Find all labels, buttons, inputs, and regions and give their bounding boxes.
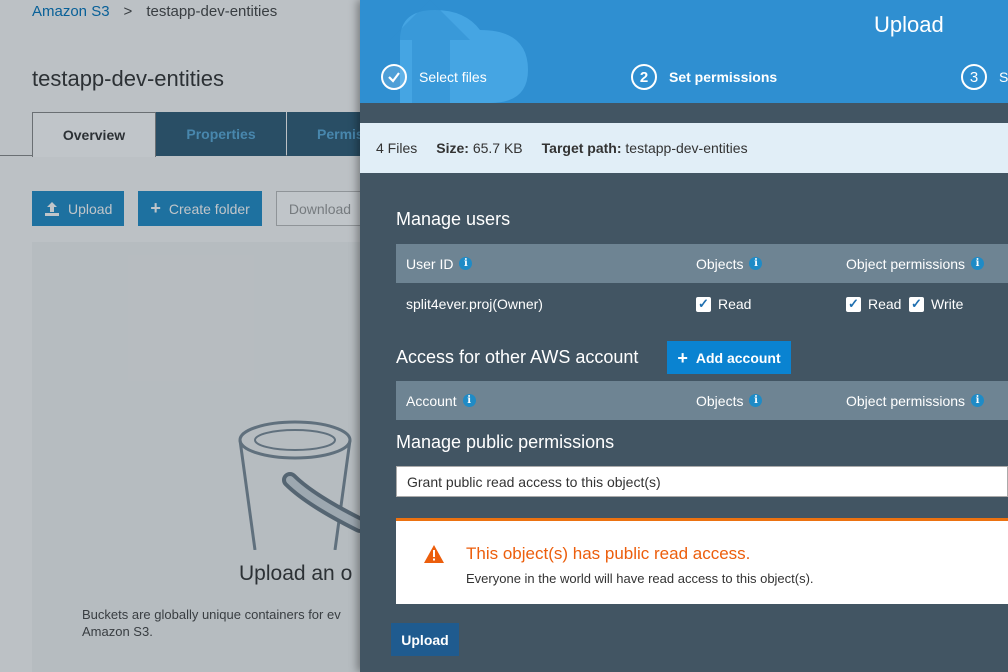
- upload-summary-bar: 4 Files Size: 65.7 KB Target path: testa…: [360, 123, 1008, 173]
- col-objects-label: Objects: [696, 255, 744, 272]
- checkbox-checked-icon[interactable]: ✓: [846, 296, 861, 312]
- owner-user-id: split4ever.proj(Owner): [406, 296, 543, 312]
- col-account: Account i: [406, 381, 476, 420]
- info-icon[interactable]: i: [459, 257, 473, 270]
- warning-text: Everyone in the world will have read acc…: [466, 571, 814, 586]
- col-object-permissions-label: Object permissions: [846, 255, 966, 272]
- total-size: Size: 65.7 KB: [436, 140, 522, 156]
- perm-write-label: Write: [931, 296, 964, 312]
- other-account-heading: Access for other AWS account: [396, 347, 639, 367]
- col-user-id: User ID i: [406, 244, 473, 283]
- perm-write-checkbox[interactable]: ✓ Write: [909, 284, 963, 324]
- public-access-warning: This object(s) has public read access. E…: [396, 518, 1008, 604]
- target-path: Target path: testapp-dev-entities: [542, 140, 748, 156]
- info-icon[interactable]: i: [971, 257, 985, 270]
- plus-icon: +: [677, 347, 688, 368]
- col-user-id-label: User ID: [406, 255, 454, 272]
- col-objects-label: Objects: [696, 392, 744, 409]
- step-3[interactable]: 3 S: [961, 64, 1008, 90]
- warning-triangle-icon: [424, 545, 444, 563]
- public-permissions-select[interactable]: Grant public read access to this object(…: [396, 466, 1008, 497]
- add-account-button[interactable]: + Add account: [667, 341, 791, 374]
- public-permissions-heading: Manage public permissions: [396, 432, 615, 452]
- col-object-permissions-label: Object permissions: [846, 392, 966, 409]
- checkbox-checked-icon[interactable]: ✓: [696, 296, 711, 312]
- step-select-files[interactable]: Select files: [381, 64, 487, 90]
- step-3-number: 3: [961, 64, 987, 90]
- info-icon[interactable]: i: [462, 394, 476, 407]
- target-path-label: Target path:: [541, 140, 622, 156]
- col-objects: Objects i: [696, 381, 763, 420]
- warning-title: This object(s) has public read access.: [466, 544, 751, 563]
- users-table-header: User ID i Objects i Object permissions i: [396, 244, 1008, 283]
- upload-panel-title: Upload: [874, 12, 944, 37]
- objects-read-label: Read: [718, 296, 752, 312]
- add-account-label: Add account: [695, 349, 781, 366]
- upload-panel-header: Upload Select files 2 Set permissions 3 …: [360, 0, 1008, 103]
- info-icon[interactable]: i: [749, 394, 763, 407]
- step-2-label: Set permissions: [669, 69, 778, 85]
- info-icon[interactable]: i: [749, 257, 763, 270]
- step-3-label: S: [999, 69, 1008, 85]
- accounts-table-header: Account i Objects i Object permissions i: [396, 381, 1008, 420]
- col-account-label: Account: [406, 392, 457, 409]
- objects-read-checkbox[interactable]: ✓ Read: [696, 284, 751, 324]
- col-object-permissions: Object permissions i: [846, 244, 985, 283]
- info-icon[interactable]: i: [971, 394, 985, 407]
- upload-button[interactable]: Upload: [391, 623, 459, 656]
- perm-read-label: Read: [868, 296, 902, 312]
- step-1-label: Select files: [419, 69, 487, 85]
- col-object-permissions: Object permissions i: [846, 381, 985, 420]
- table-row: split4ever.proj(Owner) ✓ Read ✓ Read ✓ W…: [396, 284, 1008, 324]
- perm-read-checkbox[interactable]: ✓ Read: [846, 284, 901, 324]
- check-circle-icon: [381, 64, 407, 90]
- upload-panel: Upload Select files 2 Set permissions 3 …: [360, 0, 1008, 672]
- size-value: 65.7 KB: [472, 140, 523, 156]
- step-set-permissions[interactable]: 2 Set permissions: [631, 64, 777, 90]
- size-label: Size:: [436, 140, 469, 156]
- manage-users-heading: Manage users: [396, 209, 511, 229]
- col-objects: Objects i: [696, 244, 763, 283]
- step-2-number: 2: [631, 64, 657, 90]
- file-count: 4 Files: [376, 140, 418, 156]
- target-path-value: testapp-dev-entities: [625, 140, 748, 156]
- checkbox-checked-icon[interactable]: ✓: [909, 296, 924, 312]
